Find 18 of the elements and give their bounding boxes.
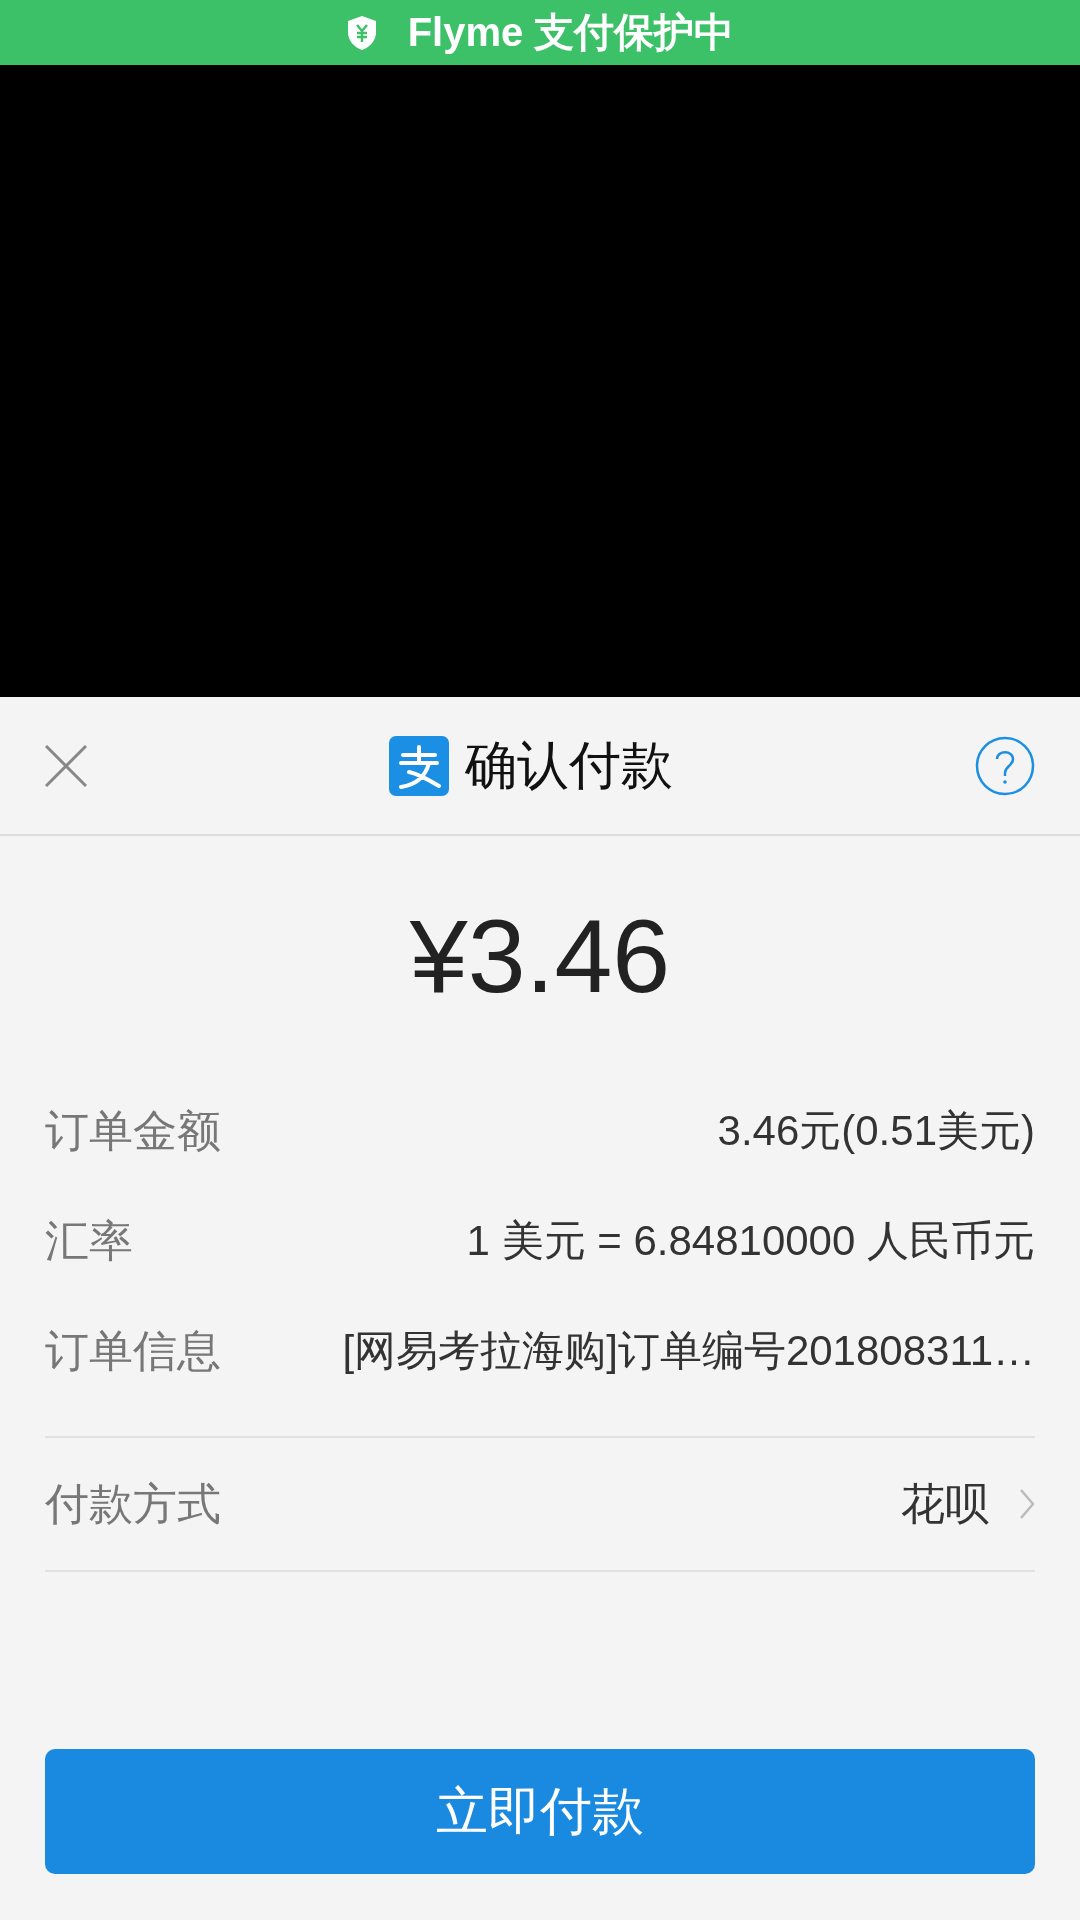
detail-value: 3.46元(0.51美元) xyxy=(717,1106,1035,1156)
close-icon[interactable] xyxy=(45,744,87,787)
detail-label: 汇率 xyxy=(45,1214,133,1267)
sheet-title: 确认付款 xyxy=(465,734,673,796)
pay-now-button[interactable]: 立即付款 xyxy=(45,1749,1035,1874)
detail-value: [网易考拉海购]订单编号201808311… xyxy=(342,1326,1035,1376)
detail-label: 订单信息 xyxy=(45,1324,221,1377)
detail-label: 订单金额 xyxy=(45,1104,221,1157)
help-icon[interactable] xyxy=(975,735,1035,796)
pay-logo-icon xyxy=(389,735,449,796)
chevron-right-icon xyxy=(1019,1488,1035,1520)
shield-icon xyxy=(345,14,378,51)
payment-method-row[interactable]: 付款方式 花呗 xyxy=(45,1438,1035,1572)
banner-text: Flyme 支付保护中 xyxy=(407,9,735,56)
payment-method-value: 花呗 xyxy=(901,1477,989,1530)
payment-amount: ¥3.46 xyxy=(408,896,672,1016)
payment-method-label: 付款方式 xyxy=(45,1477,221,1530)
detail-value: 1 美元 = 6.84810000 人民币元 xyxy=(466,1216,1035,1266)
